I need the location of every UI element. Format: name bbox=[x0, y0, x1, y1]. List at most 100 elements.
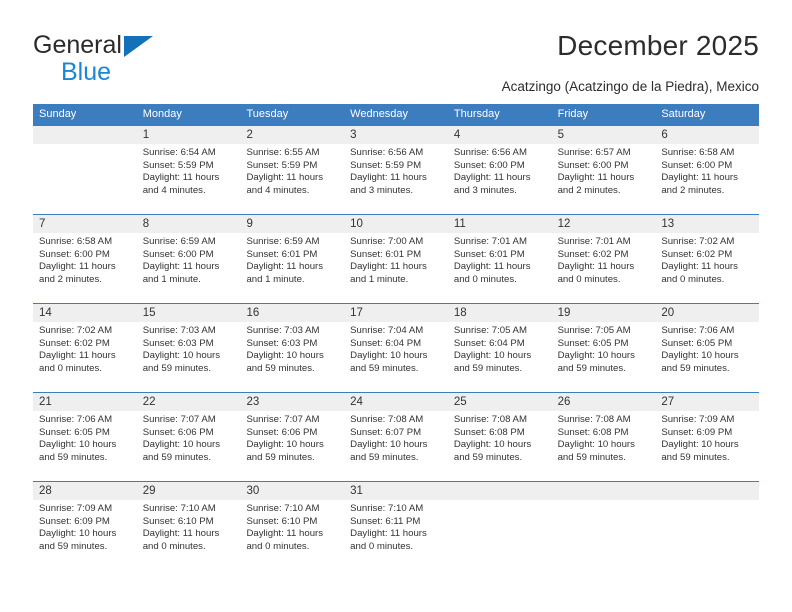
sunset-text: Sunset: 6:00 PM bbox=[142, 248, 214, 260]
daylight-text: Daylight: 10 hours and 59 minutes. bbox=[350, 439, 428, 463]
day-cell: Sunrise: 7:01 AM Sunset: 6:02 PM Dayligh… bbox=[552, 233, 656, 303]
day-number[interactable]: 19 bbox=[552, 304, 656, 322]
day-number[interactable]: 15 bbox=[137, 304, 241, 322]
day-number[interactable] bbox=[33, 126, 137, 144]
weekday-header-monday: Monday bbox=[142, 108, 182, 120]
day-cell: Sunrise: 6:57 AM Sunset: 6:00 PM Dayligh… bbox=[552, 144, 656, 214]
daylight-text: Daylight: 11 hours and 0 minutes. bbox=[661, 261, 738, 285]
day-number[interactable]: 17 bbox=[344, 304, 448, 322]
day-number[interactable]: 13 bbox=[655, 215, 759, 233]
sunset-text: Sunset: 6:01 PM bbox=[350, 248, 422, 260]
calendar-week-row: 7 8 9 10 11 12 13 Sunrise: 6:58 AM Sunse… bbox=[33, 214, 759, 303]
calendar-grid: Sunday Monday Tuesday Wednesday Thursday… bbox=[33, 104, 759, 571]
general-blue-logo[interactable]: General Blue bbox=[33, 33, 233, 89]
day-cell: Sunrise: 7:08 AM Sunset: 6:07 PM Dayligh… bbox=[344, 411, 448, 481]
week-day-detail-band: Sunrise: 7:09 AM Sunset: 6:09 PM Dayligh… bbox=[33, 500, 759, 571]
day-number[interactable]: 24 bbox=[344, 393, 448, 411]
day-number[interactable]: 31 bbox=[344, 482, 448, 500]
sunrise-text: Sunrise: 7:00 AM bbox=[350, 236, 424, 247]
calendar-week-row: 14 15 16 17 18 19 20 Sunrise: 7:02 AM Su… bbox=[33, 303, 759, 392]
day-number[interactable] bbox=[448, 482, 552, 500]
day-number[interactable]: 4 bbox=[448, 126, 552, 144]
day-number[interactable]: 23 bbox=[240, 393, 344, 411]
day-number[interactable]: 6 bbox=[655, 126, 759, 144]
day-number[interactable]: 7 bbox=[33, 215, 137, 233]
day-number[interactable]: 8 bbox=[137, 215, 241, 233]
day-number[interactable]: 16 bbox=[240, 304, 344, 322]
day-number[interactable]: 2 bbox=[240, 126, 344, 144]
day-number[interactable]: 11 bbox=[448, 215, 552, 233]
daylight-text: Daylight: 10 hours and 59 minutes. bbox=[246, 350, 324, 374]
day-number[interactable]: 5 bbox=[552, 126, 656, 144]
sunset-text: Sunset: 6:02 PM bbox=[557, 248, 629, 260]
sunset-text: Sunset: 6:00 PM bbox=[557, 159, 629, 171]
week-day-detail-band: Sunrise: 6:54 AM Sunset: 5:59 PM Dayligh… bbox=[33, 144, 759, 214]
sunrise-text: Sunrise: 6:59 AM bbox=[246, 236, 320, 247]
day-number[interactable]: 21 bbox=[33, 393, 137, 411]
day-cell bbox=[33, 144, 137, 214]
sunrise-text: Sunrise: 7:02 AM bbox=[39, 325, 113, 336]
daylight-text: Daylight: 11 hours and 3 minutes. bbox=[453, 172, 531, 196]
day-number[interactable]: 10 bbox=[344, 215, 448, 233]
day-cell: Sunrise: 7:06 AM Sunset: 6:05 PM Dayligh… bbox=[655, 322, 759, 392]
day-cell: Sunrise: 7:02 AM Sunset: 6:02 PM Dayligh… bbox=[33, 322, 137, 392]
sunset-text: Sunset: 6:04 PM bbox=[350, 337, 422, 349]
daylight-text: Daylight: 11 hours and 4 minutes. bbox=[246, 172, 324, 196]
daylight-text: Daylight: 10 hours and 59 minutes. bbox=[350, 350, 428, 374]
day-number[interactable]: 28 bbox=[33, 482, 137, 500]
sunset-text: Sunset: 6:05 PM bbox=[39, 426, 110, 438]
day-cell bbox=[552, 500, 656, 571]
sunset-text: Sunset: 6:07 PM bbox=[350, 426, 422, 438]
day-number[interactable]: 12 bbox=[552, 215, 656, 233]
day-number[interactable] bbox=[655, 482, 759, 500]
week-day-number-band: 21 22 23 24 25 26 27 bbox=[33, 393, 759, 411]
week-day-number-band: 28 29 30 31 bbox=[33, 482, 759, 500]
sunrise-text: Sunrise: 7:03 AM bbox=[246, 325, 320, 336]
sunset-text: Sunset: 6:10 PM bbox=[142, 515, 214, 527]
sunrise-text: Sunrise: 7:07 AM bbox=[142, 414, 216, 425]
logo-triangle-icon bbox=[124, 36, 153, 57]
day-number[interactable]: 9 bbox=[240, 215, 344, 233]
day-cell: Sunrise: 7:08 AM Sunset: 6:08 PM Dayligh… bbox=[552, 411, 656, 481]
sunset-text: Sunset: 6:04 PM bbox=[453, 337, 525, 349]
sunrise-text: Sunrise: 7:05 AM bbox=[557, 325, 631, 336]
sunrise-text: Sunrise: 7:08 AM bbox=[453, 414, 527, 425]
weekday-header-saturday: Saturday bbox=[661, 108, 706, 120]
day-number[interactable]: 27 bbox=[655, 393, 759, 411]
sunrise-text: Sunrise: 6:56 AM bbox=[453, 147, 527, 158]
sunrise-text: Sunrise: 6:56 AM bbox=[350, 147, 424, 158]
week-day-detail-band: Sunrise: 7:06 AM Sunset: 6:05 PM Dayligh… bbox=[33, 411, 759, 481]
sunrise-text: Sunrise: 7:08 AM bbox=[350, 414, 424, 425]
sunrise-text: Sunrise: 7:06 AM bbox=[39, 414, 113, 425]
day-number[interactable] bbox=[552, 482, 656, 500]
sunset-text: Sunset: 5:59 PM bbox=[142, 159, 214, 171]
day-number[interactable]: 29 bbox=[137, 482, 241, 500]
sunrise-text: Sunrise: 6:54 AM bbox=[142, 147, 216, 158]
daylight-text: Daylight: 11 hours and 3 minutes. bbox=[350, 172, 427, 196]
day-number[interactable]: 30 bbox=[240, 482, 344, 500]
day-cell: Sunrise: 7:02 AM Sunset: 6:02 PM Dayligh… bbox=[655, 233, 759, 303]
day-number[interactable]: 20 bbox=[655, 304, 759, 322]
sunrise-text: Sunrise: 7:05 AM bbox=[453, 325, 527, 336]
day-number[interactable]: 26 bbox=[552, 393, 656, 411]
daylight-text: Daylight: 11 hours and 2 minutes. bbox=[39, 261, 116, 285]
sunrise-text: Sunrise: 7:01 AM bbox=[453, 236, 527, 247]
day-cell: Sunrise: 7:08 AM Sunset: 6:08 PM Dayligh… bbox=[448, 411, 552, 481]
daylight-text: Daylight: 10 hours and 59 minutes. bbox=[661, 439, 739, 463]
day-number[interactable]: 3 bbox=[344, 126, 448, 144]
day-cell: Sunrise: 7:04 AM Sunset: 6:04 PM Dayligh… bbox=[344, 322, 448, 392]
day-cell: Sunrise: 7:00 AM Sunset: 6:01 PM Dayligh… bbox=[344, 233, 448, 303]
day-cell: Sunrise: 6:58 AM Sunset: 6:00 PM Dayligh… bbox=[655, 144, 759, 214]
day-number[interactable]: 1 bbox=[137, 126, 241, 144]
sunrise-text: Sunrise: 7:07 AM bbox=[246, 414, 320, 425]
day-number[interactable]: 14 bbox=[33, 304, 137, 322]
day-number[interactable]: 25 bbox=[448, 393, 552, 411]
week-day-detail-band: Sunrise: 7:02 AM Sunset: 6:02 PM Dayligh… bbox=[33, 322, 759, 392]
daylight-text: Daylight: 11 hours and 0 minutes. bbox=[453, 261, 531, 285]
sunset-text: Sunset: 6:03 PM bbox=[142, 337, 214, 349]
day-cell: Sunrise: 6:54 AM Sunset: 5:59 PM Dayligh… bbox=[137, 144, 241, 214]
day-cell: Sunrise: 7:07 AM Sunset: 6:06 PM Dayligh… bbox=[137, 411, 241, 481]
sunrise-text: Sunrise: 6:58 AM bbox=[661, 147, 735, 158]
day-number[interactable]: 18 bbox=[448, 304, 552, 322]
day-number[interactable]: 22 bbox=[137, 393, 241, 411]
